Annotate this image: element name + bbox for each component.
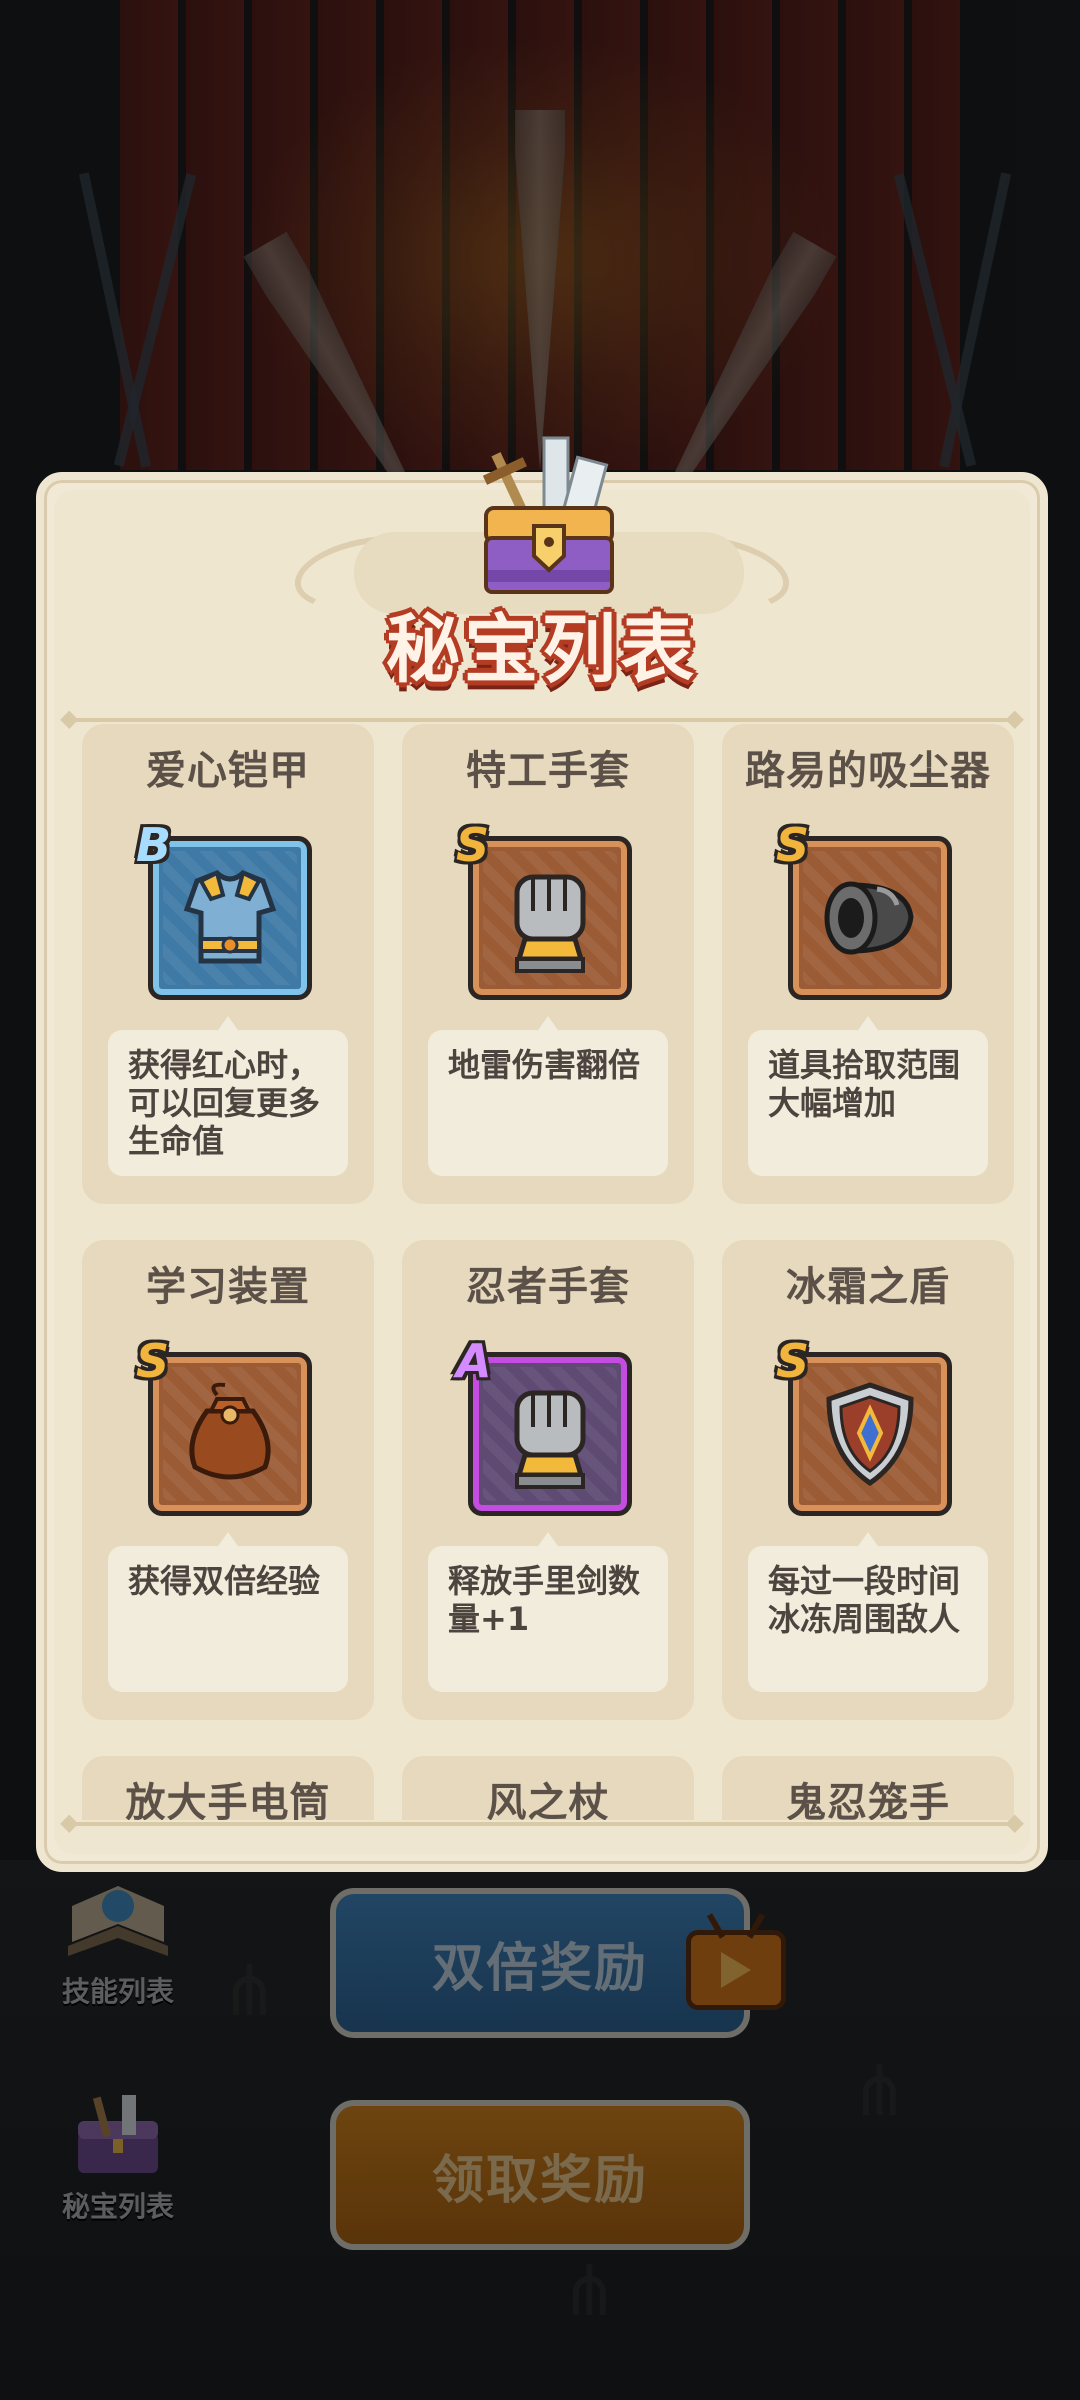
shield-icon — [826, 1382, 914, 1487]
gauntlet-icon — [514, 874, 586, 973]
treasure-card[interactable]: 放大手电筒 — [82, 1756, 374, 1820]
panel-title: 秘宝列表 — [386, 607, 698, 693]
treasure-card[interactable]: 风之杖 — [402, 1756, 694, 1820]
rank-badge: S — [136, 1334, 170, 1388]
treasure-name: 爱心铠甲 — [146, 748, 310, 794]
treasure-chest-icon — [474, 430, 624, 600]
armor-icon — [183, 870, 277, 964]
treasure-card[interactable]: 鬼忍笼手 — [722, 1756, 1014, 1820]
divider-bottom — [60, 1808, 1024, 1836]
treasure-card[interactable]: 忍者手套 A 释放手里剑数量+1 — [402, 1240, 694, 1720]
treasure-icon-frame — [148, 1352, 312, 1516]
treasure-icon-frame — [788, 1352, 952, 1516]
treasure-card[interactable]: 冰霜之盾 S 每过一段时间冰冻周围敌人 — [722, 1240, 1014, 1720]
rank-badge: B — [136, 818, 172, 872]
rank-badge: S — [776, 1334, 810, 1388]
treasure-name: 学习装置 — [146, 1264, 310, 1310]
treasure-name: 冰霜之盾 — [786, 1264, 950, 1310]
treasure-name: 忍者手套 — [466, 1264, 630, 1310]
rank-badge: S — [776, 818, 810, 872]
treasure-description: 地雷伤害翻倍 — [428, 1016, 668, 1176]
treasure-description: 获得双倍经验 — [108, 1532, 348, 1692]
treasure-card[interactable]: 爱心铠甲 B 获得红心时，可以回复更多生命值 — [82, 724, 374, 1204]
treasure-description: 每过一段时间冰冻周围敌人 — [748, 1532, 988, 1692]
treasure-card[interactable]: 特工手套 S 地雷伤害翻倍 — [402, 724, 694, 1204]
treasure-card[interactable]: 学习装置 S 获得双倍经验 — [82, 1240, 374, 1720]
treasure-list-panel: 秘宝列表 爱心铠甲 B 获得红心时，可以回复更多生命值 特工手套 — [36, 436, 1048, 1872]
treasure-name: 风之杖 — [486, 1780, 610, 1820]
gauntlet-icon — [514, 1390, 586, 1489]
treasure-description: 道具拾取范围大幅增加 — [748, 1016, 988, 1176]
pouch-icon — [189, 1382, 271, 1480]
treasure-name: 路易的吸尘器 — [745, 748, 991, 794]
treasure-card[interactable]: 路易的吸尘器 S 道具拾取范围大幅增加 — [722, 724, 1014, 1204]
treasure-icon-frame — [468, 836, 632, 1000]
treasure-description: 获得红心时，可以回复更多生命值 — [108, 1016, 348, 1176]
panel-header: 秘宝列表 — [44, 436, 1040, 710]
treasure-icon-frame — [788, 836, 952, 1000]
treasure-icon-frame — [148, 836, 312, 1000]
treasure-name: 特工手套 — [466, 748, 630, 794]
treasure-description: 释放手里剑数量+1 — [428, 1532, 668, 1692]
treasure-name: 鬼忍笼手 — [786, 1780, 950, 1820]
vacuum-nozzle-icon — [824, 881, 914, 955]
rank-badge: S — [456, 818, 490, 872]
treasure-icon-frame — [468, 1352, 632, 1516]
treasure-name: 放大手电筒 — [125, 1780, 331, 1820]
treasure-grid[interactable]: 爱心铠甲 B 获得红心时，可以回复更多生命值 特工手套 S 地雷伤害翻倍 路易的… — [44, 722, 1040, 1820]
rank-badge: A — [456, 1334, 492, 1388]
